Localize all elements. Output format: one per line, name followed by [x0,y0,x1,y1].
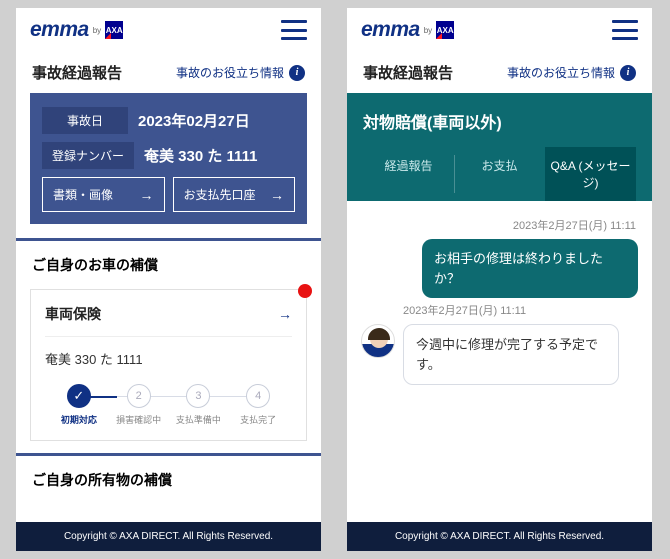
documents-button[interactable]: 書類・画像→ [42,177,165,212]
logo-by: by [424,26,432,35]
claim-hero: 対物賠償(車両以外) 経過報告 お支払 Q&A (メッセージ) [347,93,652,201]
subheader: 事故経過報告 事故のお役立ち情報 i [16,52,321,93]
timestamp: 2023年2月27日(月) 11:11 [403,302,636,318]
bank-account-button[interactable]: お支払先口座→ [173,177,296,212]
notification-dot-icon [298,284,312,298]
tab-payment[interactable]: お支払 [454,147,545,201]
info-link-label: 事故のお役立ち情報 [176,64,284,81]
subheader: 事故経過報告 事故のお役立ち情報 i [347,52,652,93]
registration-label: 登録ナンバー [42,142,134,169]
check-icon: ✓ [73,388,84,404]
logo-text: emma [361,18,420,42]
axa-badge: AXA [105,21,123,39]
chat-bubble-agent: 今週中に修理が完了する予定です。 [403,324,619,385]
header: emma by AXA [347,8,652,52]
accident-summary-card: 事故日 2023年02月27日 登録ナンバー 奄美 330 た 1111 書類・… [30,93,307,224]
logo-text: emma [30,18,89,42]
vehicle-insurance-card[interactable]: 車両保険 → 奄美 330 た 1111 ✓ 初期対応 2損害確認中 3支払準備… [30,289,307,441]
progress-steps: ✓ 初期対応 2損害確認中 3支払準備中 4支払完了 [45,384,292,426]
section-own-property: ご自身の所有物の補償 [16,453,321,504]
card-subtitle: 奄美 330 た 1111 [45,349,292,368]
agent-avatar [361,324,395,358]
tab-qa[interactable]: Q&A (メッセージ) [545,147,636,201]
tabs: 経過報告 お支払 Q&A (メッセージ) [363,147,636,201]
header: emma by AXA [16,8,321,52]
info-link-label: 事故のお役立ち情報 [507,64,615,81]
phone-left: emma by AXA 事故経過報告 事故のお役立ち情報 i 事故日 2023年… [16,8,321,551]
hamburger-icon[interactable] [281,20,307,40]
page-title: 事故経過報告 [32,62,122,83]
info-link[interactable]: 事故のお役立ち情報 i [176,64,305,81]
accident-date-label: 事故日 [42,107,128,134]
arrow-right-icon: → [270,187,284,203]
step-3: 3支払準備中 [169,384,229,426]
logo-by: by [93,26,101,35]
footer: Copyright © AXA DIRECT. All Rights Reser… [347,522,652,551]
claim-title: 対物賠償(車両以外) [363,105,636,147]
info-link[interactable]: 事故のお役立ち情報 i [507,64,636,81]
card-title: 車両保険 [45,304,101,324]
info-icon: i [289,65,305,81]
axa-badge: AXA [436,21,454,39]
accident-date-value: 2023年02月27日 [138,110,250,131]
hamburger-icon[interactable] [612,20,638,40]
logo[interactable]: emma by AXA [30,18,123,42]
chat-bubble-self: お相手の修理は終わりましたか？ [422,239,638,298]
timestamp: 2023年2月27日(月) 11:11 [363,217,636,233]
info-icon: i [620,65,636,81]
registration-value: 奄美 330 た 1111 [144,145,257,166]
step-4: 4支払完了 [228,384,288,426]
arrow-right-icon: → [140,187,154,203]
footer: Copyright © AXA DIRECT. All Rights Reser… [16,522,321,551]
chat-area[interactable]: 2023年2月27日(月) 11:11 お相手の修理は終わりましたか？ 2023… [347,201,652,522]
step-1: ✓ 初期対応 [49,384,109,426]
logo[interactable]: emma by AXA [361,18,454,42]
arrow-right-icon: → [278,306,292,322]
page-title: 事故経過報告 [363,62,453,83]
tab-progress[interactable]: 経過報告 [363,147,454,201]
step-2: 2損害確認中 [109,384,169,426]
section-own-vehicle: ご自身のお車の補償 [16,238,321,289]
phone-right: emma by AXA 事故経過報告 事故のお役立ち情報 i 対物賠償(車両以外… [347,8,652,551]
